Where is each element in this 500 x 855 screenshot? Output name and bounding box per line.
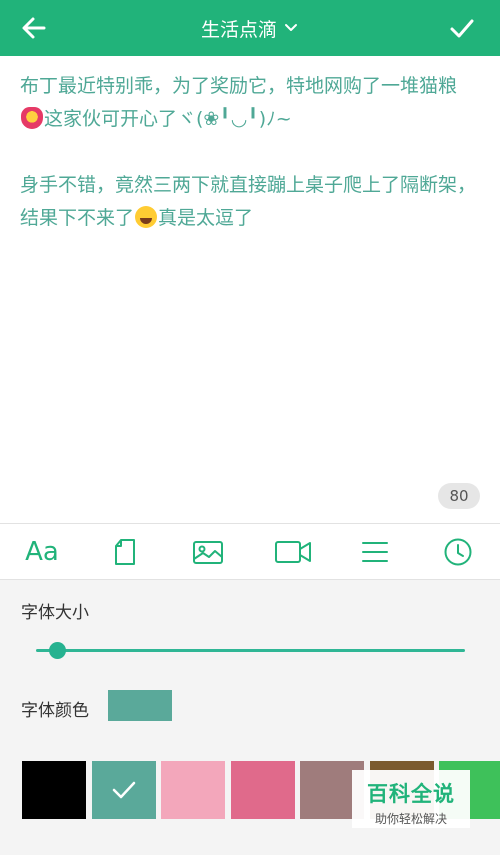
font-size-slider-handle[interactable] [48, 642, 66, 659]
color-swatch[interactable] [161, 761, 225, 819]
watermark-title: 百科全说 [367, 782, 455, 806]
video-button[interactable] [272, 534, 314, 570]
list-icon [362, 542, 388, 562]
editor-toolbar: Aa [0, 524, 500, 580]
font-size-slider-track[interactable] [36, 649, 465, 652]
watermark: 百科全说 助你轻松解决 [352, 770, 470, 828]
image-icon [193, 541, 223, 564]
page-icon [115, 539, 135, 565]
char-count-badge: 80 [438, 483, 480, 509]
image-button[interactable] [188, 534, 228, 570]
tears-of-joy-emoji [135, 206, 158, 228]
paragraph-2-text-b: 真是太逗了 [158, 207, 254, 229]
app-header: 生活点滴 [0, 0, 500, 56]
paragraph-1: 布丁最近特别乖，为了奖励它，特地网购了一堆猫粮这家伙可开心了ヾ(❀╹◡╹)ﾉ~ [20, 70, 480, 136]
checkmark-icon [450, 19, 474, 38]
font-size-label: 字体大小 [21, 603, 89, 623]
font-color-label: 字体颜色 [21, 701, 89, 721]
chevron-down-icon [285, 24, 297, 31]
font-style-button[interactable]: Aa [22, 534, 62, 570]
color-swatch[interactable] [230, 761, 295, 819]
paragraph-2: 身手不错，竟然三两下就直接蹦上桌子爬上了隔断架，结果下不来了 真是太逗了 [20, 169, 480, 235]
note-editor[interactable]: 布丁最近特别乖，为了奖励它，特地网购了一堆猫粮这家伙可开心了ヾ(❀╹◡╹)ﾉ~ … [20, 70, 480, 268]
page-title: 生活点滴 [200, 18, 277, 41]
video-icon [275, 541, 311, 563]
page-button[interactable] [105, 534, 145, 570]
checkmark-icon [112, 781, 135, 799]
paragraph-1-text-b: 这家伙可开心了ヾ(❀╹◡╹)ﾉ~ [44, 108, 292, 130]
paragraph-1-text-a: 布丁最近特别乖，为了奖励它，特地网购了一堆猫粮 [20, 75, 458, 97]
font-style-icon: Aa [25, 537, 59, 567]
color-swatch[interactable] [91, 761, 156, 819]
color-swatch[interactable] [22, 761, 86, 819]
clock-button[interactable] [438, 534, 478, 570]
watermark-subtitle: 助你轻松解决 [374, 812, 447, 826]
confirm-button[interactable] [446, 12, 478, 44]
gift-heart-emoji [21, 107, 43, 129]
font-color-preview [108, 690, 172, 721]
clock-icon [444, 538, 472, 566]
list-button[interactable] [355, 534, 395, 570]
title-dropdown[interactable]: 生活点滴 [0, 0, 500, 56]
